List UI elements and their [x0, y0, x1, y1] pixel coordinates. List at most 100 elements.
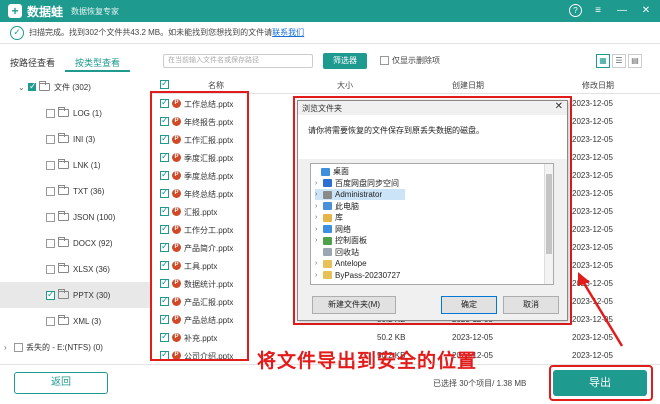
- minimize-icon[interactable]: —: [614, 3, 630, 19]
- contact-us-link[interactable]: 联系我们: [272, 28, 304, 37]
- dialog-close-icon[interactable]: ✕: [555, 101, 563, 112]
- file-modified: 2023-12-05: [572, 171, 613, 180]
- cancel-button[interactable]: 取消: [503, 296, 559, 314]
- tree-checkbox[interactable]: [46, 186, 55, 196]
- close-icon[interactable]: ✕: [638, 3, 654, 19]
- status-text: 扫描完成。找到302个文件共43.2 MB。如未能找到您想找到的文件请: [29, 28, 273, 37]
- selection-info: 已选择 30个项目/ 1.38 MB: [433, 379, 527, 388]
- chevron-right-icon[interactable]: ›: [315, 214, 323, 221]
- folder-icon: [323, 236, 332, 245]
- app-logo-icon: +: [8, 4, 22, 18]
- folder-icon: [323, 225, 332, 233]
- folder-icon: [58, 107, 69, 117]
- folder-tree-scrollbar[interactable]: [544, 164, 553, 284]
- select-all-checkbox[interactable]: [160, 78, 169, 89]
- folder-tree-item[interactable]: › 网络: [315, 224, 351, 235]
- tree-item-xml[interactable]: XML (3): [0, 308, 152, 334]
- title-bar: + 数据蛙 数据恢复专家 ? ≡ — ✕: [0, 0, 660, 22]
- only-deleted-checkbox[interactable]: [380, 56, 389, 65]
- tree-item-label: TXT (36): [73, 186, 105, 196]
- tree-item-files[interactable]: ⌄ 文件 (302): [0, 74, 152, 100]
- help-icon[interactable]: ?: [569, 4, 582, 17]
- chevron-right-icon[interactable]: ›: [315, 260, 323, 267]
- folder-tree-item[interactable]: › Administrator: [315, 189, 405, 200]
- chevron-right-icon[interactable]: ›: [315, 226, 323, 233]
- tree-item-docx[interactable]: DOCX (92): [0, 230, 152, 256]
- file-modified: 2023-12-05: [572, 243, 613, 252]
- only-deleted-toggle[interactable]: 仅显示删除项: [380, 55, 440, 66]
- tree-item-ini[interactable]: INI (3): [0, 126, 152, 152]
- tree-item-lnk[interactable]: LNK (1): [0, 152, 152, 178]
- folder-icon: [323, 259, 332, 268]
- folder-tree-label: 库: [335, 213, 343, 222]
- chevron-right-icon[interactable]: ›: [315, 237, 323, 244]
- folder-tree-label: Antelope: [335, 259, 367, 268]
- tree-item-label: DOCX (92): [73, 238, 113, 248]
- column-name[interactable]: 名称: [208, 80, 224, 91]
- chevron-down-icon[interactable]: ⌄: [18, 83, 28, 92]
- folder-icon: [58, 289, 69, 299]
- detail-view-icon[interactable]: ▤: [628, 54, 642, 68]
- column-size[interactable]: 大小: [337, 80, 353, 91]
- tree-checkbox[interactable]: [46, 264, 55, 274]
- folder-tree-item[interactable]: 桌面: [313, 166, 349, 177]
- new-folder-button[interactable]: 新建文件夹(M): [312, 296, 396, 314]
- tree-item-pptx[interactable]: PPTX (30): [0, 282, 152, 308]
- chevron-right-icon[interactable]: ›: [315, 203, 323, 210]
- dialog-message-area: 请你将需要恢复的文件保存到原丢失数据的磁盘。: [298, 115, 567, 159]
- folder-tree-item[interactable]: › 库: [315, 212, 343, 223]
- dialog-title: 浏览文件夹: [302, 104, 342, 113]
- chevron-right-icon[interactable]: ›: [315, 180, 323, 187]
- app-name: 数据蛙: [27, 4, 64, 19]
- search-input[interactable]: 在当前输入文件名或保存路径: [163, 54, 313, 68]
- folder-tree-item[interactable]: › 百度网盘同步空间: [315, 178, 399, 189]
- grid-view-icon[interactable]: ▦: [596, 54, 610, 68]
- tree-checkbox[interactable]: [46, 289, 55, 300]
- folder-tree-item[interactable]: › 控制面板: [315, 235, 367, 246]
- folder-tree-label: 网络: [335, 224, 351, 234]
- browse-folder-dialog: 浏览文件夹 ✕ 请你将需要恢复的文件保存到原丢失数据的磁盘。 桌面 › 百度网盘同步…: [297, 100, 568, 321]
- column-modified[interactable]: 修改日期: [582, 80, 614, 91]
- chevron-right-icon[interactable]: ›: [315, 272, 323, 279]
- folder-tree-item[interactable]: 回收站: [315, 247, 359, 258]
- tree-checkbox[interactable]: [46, 316, 55, 326]
- filter-button[interactable]: 筛选器: [323, 53, 367, 69]
- file-modified: 2023-12-05: [572, 153, 613, 162]
- tree-checkbox[interactable]: [46, 134, 55, 144]
- chevron-right-icon[interactable]: ›: [4, 343, 14, 352]
- folder-icon: [323, 248, 332, 256]
- chevron-right-icon[interactable]: ›: [315, 191, 323, 198]
- list-view-icon[interactable]: ☰: [612, 54, 626, 68]
- scan-status-message: 扫描完成。找到302个文件共43.2 MB。如未能找到您想找到的文件请联系我们: [29, 27, 304, 38]
- folder-tree: 桌面 › 百度网盘同步空间 › Administrator › 此电脑 › 库 › 网络 › 控制面板回…: [310, 163, 554, 285]
- folder-icon: [58, 237, 69, 247]
- folder-tree-item[interactable]: › ByPass-20230727: [315, 270, 400, 281]
- tab-by-path[interactable]: 按路径查看: [0, 54, 65, 72]
- folder-icon: [321, 167, 330, 176]
- tree-item-log[interactable]: LOG (1): [0, 100, 152, 126]
- export-highlight-box: [549, 365, 653, 401]
- folder-icon: [58, 159, 69, 169]
- tree-checkbox[interactable]: [46, 238, 55, 248]
- tree-checkbox[interactable]: [46, 212, 55, 222]
- tree-item-lost-drive[interactable]: › 丢失的 - E:(NTFS) (0): [0, 334, 152, 360]
- back-button[interactable]: 返回: [14, 372, 108, 394]
- only-deleted-label: 仅显示删除项: [392, 56, 440, 65]
- tree-checkbox[interactable]: [28, 81, 37, 92]
- tree-checkbox[interactable]: [14, 342, 23, 352]
- tab-by-type[interactable]: 按类型查看: [65, 54, 131, 72]
- dialog-message: 请你将需要恢复的文件保存到原丢失数据的磁盘。: [308, 126, 484, 135]
- tree-item-json[interactable]: JSON (100): [0, 204, 152, 230]
- tree-checkbox[interactable]: [46, 108, 55, 118]
- tree-item-txt[interactable]: TXT (36): [0, 178, 152, 204]
- folder-tree-item[interactable]: › Antelope: [315, 258, 367, 269]
- folder-tree-item[interactable]: › 此电脑: [315, 201, 359, 212]
- ok-button[interactable]: 确定: [441, 296, 497, 314]
- file-modified: 2023-12-05: [572, 189, 613, 198]
- view-mode-switch: ▦ ☰ ▤: [596, 54, 642, 68]
- menu-icon[interactable]: ≡: [590, 3, 606, 19]
- folder-icon: [58, 315, 69, 325]
- column-created[interactable]: 创建日期: [452, 80, 484, 91]
- tree-checkbox[interactable]: [46, 160, 55, 170]
- tree-item-xlsx[interactable]: XLSX (36): [0, 256, 152, 282]
